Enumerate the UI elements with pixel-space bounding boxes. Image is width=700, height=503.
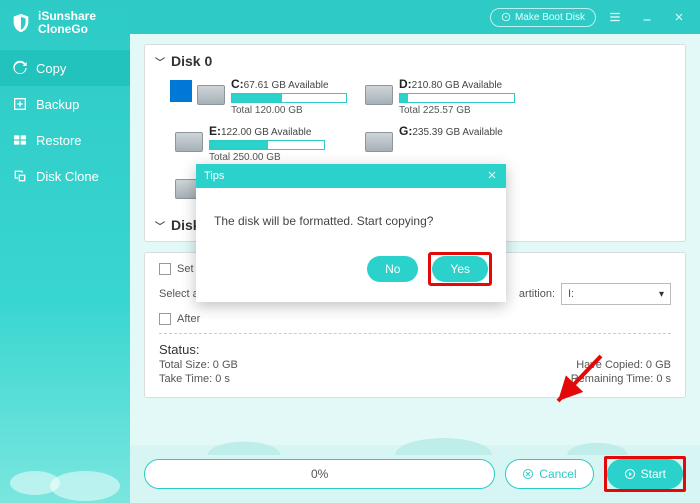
decorative-clouds bbox=[0, 443, 130, 503]
minimize-button[interactable] bbox=[634, 6, 660, 28]
titlebar: Make Boot Disk bbox=[130, 0, 700, 34]
tips-dialog: Tips The disk will be formatted. Start c… bbox=[196, 164, 506, 302]
sidebar-item-label: Restore bbox=[36, 133, 82, 148]
after-label: After bbox=[177, 313, 200, 325]
partition-letter: E: bbox=[209, 124, 221, 138]
partition-total: Total 250.00 GB bbox=[209, 152, 325, 163]
cancel-button[interactable]: Cancel bbox=[505, 459, 593, 489]
drive-icon bbox=[175, 132, 203, 152]
sidebar-item-backup[interactable]: Backup bbox=[0, 86, 130, 122]
partition-available: 235.39 GB Available bbox=[412, 127, 502, 138]
partition-c[interactable]: C:67.61 GB Available Total 120.00 GB bbox=[197, 77, 347, 116]
app-logo: iSunshare CloneGo bbox=[0, 0, 130, 50]
restore-icon bbox=[12, 132, 28, 148]
close-icon bbox=[673, 11, 685, 23]
footer: 0% Cancel Start bbox=[130, 445, 700, 503]
dest-value: I: bbox=[568, 288, 574, 300]
set-checkbox[interactable] bbox=[159, 263, 171, 275]
shield-icon bbox=[10, 12, 32, 34]
no-label: No bbox=[385, 262, 400, 276]
menu-button[interactable] bbox=[602, 6, 628, 28]
select-label: Select a bbox=[159, 288, 199, 300]
after-checkbox[interactable] bbox=[159, 313, 171, 325]
start-label: Start bbox=[641, 467, 666, 481]
sidebar-item-restore[interactable]: Restore bbox=[0, 122, 130, 158]
minimize-icon bbox=[641, 11, 653, 23]
dialog-close-button[interactable] bbox=[486, 168, 498, 184]
chevron-down-icon: ﹀ bbox=[155, 54, 165, 69]
partition-available: 67.61 GB Available bbox=[244, 80, 329, 91]
sidebar-item-label: Copy bbox=[36, 61, 66, 76]
partition-available: 122.00 GB Available bbox=[221, 127, 311, 138]
drive-icon bbox=[365, 85, 393, 105]
dialog-no-button[interactable]: No bbox=[367, 256, 418, 282]
sidebar-item-label: Backup bbox=[36, 97, 79, 112]
cancel-icon bbox=[522, 468, 534, 480]
sidebar-item-disk-clone[interactable]: Disk Clone bbox=[0, 158, 130, 194]
partition-total: Total 225.57 GB bbox=[399, 105, 515, 116]
sidebar: iSunshare CloneGo Copy Backup Restore Di… bbox=[0, 0, 130, 503]
partition-letter: D: bbox=[399, 77, 412, 91]
backup-icon bbox=[12, 96, 28, 112]
disk0-header[interactable]: ﹀ Disk 0 bbox=[145, 45, 685, 73]
partition-letter: C: bbox=[231, 77, 244, 91]
copy-icon bbox=[12, 60, 28, 76]
yes-highlight: Yes bbox=[428, 252, 492, 286]
start-button[interactable]: Start bbox=[607, 459, 683, 489]
status-take-time: Take Time: 0 s bbox=[159, 373, 230, 385]
status-total-size: Total Size: 0 GB bbox=[159, 359, 238, 371]
partition-available: 210.80 GB Available bbox=[412, 80, 502, 91]
disc-icon bbox=[501, 12, 511, 22]
start-highlight: Start bbox=[604, 456, 686, 492]
cancel-label: Cancel bbox=[539, 467, 576, 481]
app-name-line2: CloneGo bbox=[38, 23, 96, 36]
partition-total: Total 120.00 GB bbox=[231, 105, 347, 116]
progress-bar: 0% bbox=[144, 459, 495, 489]
disk0-title: Disk 0 bbox=[171, 53, 212, 69]
dialog-title: Tips bbox=[204, 170, 224, 182]
partition-e[interactable]: E:122.00 GB Available Total 250.00 GB bbox=[175, 124, 325, 163]
progress-value: 0% bbox=[311, 467, 328, 481]
sidebar-item-copy[interactable]: Copy bbox=[0, 50, 130, 86]
dialog-yes-button[interactable]: Yes bbox=[432, 256, 488, 282]
sidebar-item-label: Disk Clone bbox=[36, 169, 99, 184]
close-button[interactable] bbox=[666, 6, 692, 28]
close-icon bbox=[486, 169, 498, 181]
menu-icon bbox=[608, 10, 622, 24]
drive-icon bbox=[365, 132, 393, 152]
partition-letter: G: bbox=[399, 124, 412, 138]
disk-clone-icon bbox=[12, 168, 28, 184]
windows-drive-icon bbox=[197, 85, 225, 105]
dialog-message: The disk will be formatted. Start copyin… bbox=[214, 214, 433, 228]
destination-partition-select[interactable]: I: bbox=[561, 283, 671, 305]
partition-g[interactable]: G:235.39 GB Available bbox=[365, 124, 515, 163]
partition-d[interactable]: D:210.80 GB Available Total 225.57 GB bbox=[365, 77, 515, 116]
dest-label: artition: bbox=[519, 288, 555, 300]
chevron-down-icon: ﹀ bbox=[155, 218, 165, 233]
play-icon bbox=[624, 468, 636, 480]
make-boot-disk-button[interactable]: Make Boot Disk bbox=[490, 8, 596, 27]
make-boot-disk-label: Make Boot Disk bbox=[515, 12, 585, 23]
yes-label: Yes bbox=[450, 262, 470, 276]
annotation-arrow bbox=[546, 346, 616, 416]
